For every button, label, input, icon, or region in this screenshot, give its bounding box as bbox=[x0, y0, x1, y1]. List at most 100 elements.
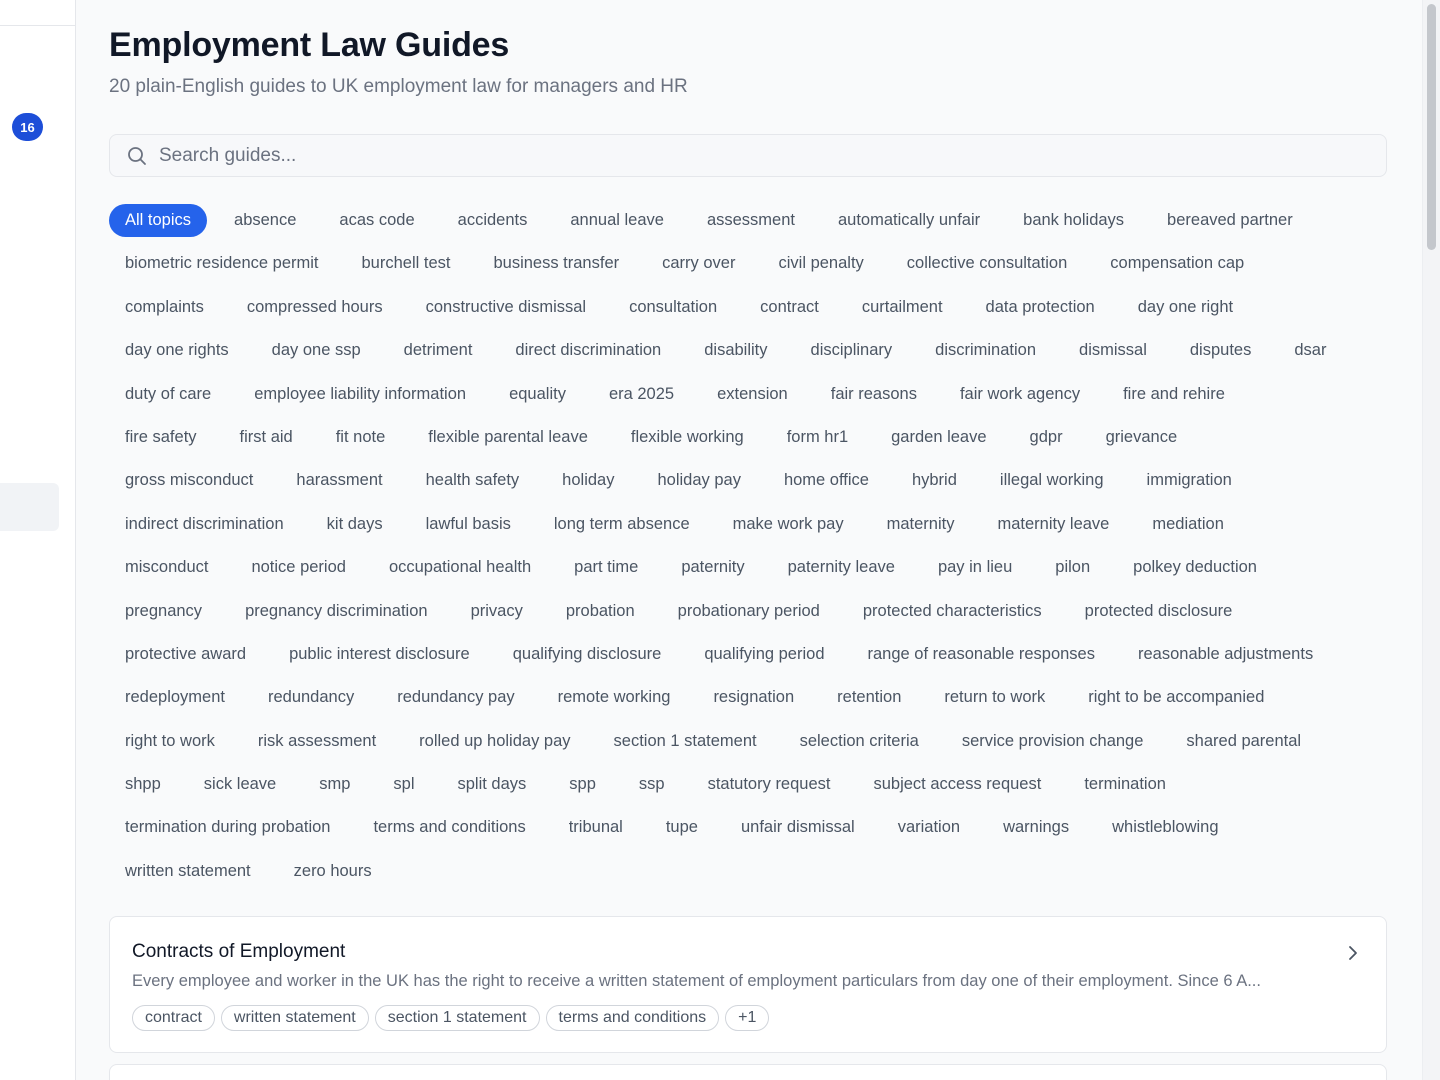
topic-filter[interactable]: make work pay bbox=[717, 508, 860, 541]
topic-filter[interactable]: hybrid bbox=[896, 464, 973, 497]
topic-filter[interactable]: kit days bbox=[311, 508, 399, 541]
topic-filter[interactable]: qualifying disclosure bbox=[497, 638, 678, 671]
topic-filter[interactable]: disability bbox=[688, 334, 783, 367]
topic-filter[interactable]: dismissal bbox=[1063, 334, 1163, 367]
topic-filter[interactable]: section 1 statement bbox=[598, 725, 773, 758]
scrollbar[interactable] bbox=[1422, 0, 1440, 1080]
topic-filter[interactable]: tupe bbox=[650, 811, 714, 844]
topic-filter[interactable]: flexible working bbox=[615, 421, 760, 454]
topic-filter[interactable]: redundancy pay bbox=[381, 681, 530, 714]
search-input[interactable] bbox=[159, 143, 1359, 169]
topic-filter[interactable]: grievance bbox=[1090, 421, 1194, 454]
topic-filter[interactable]: garden leave bbox=[875, 421, 1002, 454]
topic-filter[interactable]: remote working bbox=[542, 681, 687, 714]
topic-filter[interactable]: holiday bbox=[546, 464, 630, 497]
topic-filter[interactable]: consultation bbox=[613, 291, 733, 324]
topic-filter[interactable]: era 2025 bbox=[593, 378, 690, 411]
topic-filter[interactable]: fair reasons bbox=[815, 378, 933, 411]
topic-filter[interactable]: redeployment bbox=[109, 681, 241, 714]
topic-filter[interactable]: gdpr bbox=[1014, 421, 1079, 454]
topic-filter[interactable]: detriment bbox=[388, 334, 489, 367]
topic-filter[interactable]: unfair dismissal bbox=[725, 811, 871, 844]
topic-filter[interactable]: occupational health bbox=[373, 551, 547, 584]
topic-filter[interactable]: redundancy bbox=[252, 681, 370, 714]
topic-filter[interactable]: automatically unfair bbox=[822, 204, 996, 237]
topic-filter[interactable]: protected disclosure bbox=[1069, 595, 1249, 628]
topic-filter[interactable]: holiday pay bbox=[641, 464, 756, 497]
topic-filter[interactable]: compressed hours bbox=[231, 291, 399, 324]
topic-filter[interactable]: reasonable adjustments bbox=[1122, 638, 1329, 671]
topic-filter[interactable]: subject access request bbox=[857, 768, 1057, 801]
guide-card[interactable]: Contracts of Employment Every employee a… bbox=[109, 916, 1387, 1053]
topic-filter[interactable]: polkey deduction bbox=[1117, 551, 1273, 584]
topic-filter[interactable]: termination during probation bbox=[109, 811, 346, 844]
topic-filter[interactable]: ssp bbox=[623, 768, 681, 801]
scrollbar-thumb[interactable] bbox=[1427, 4, 1436, 250]
topic-filter[interactable]: complaints bbox=[109, 291, 220, 324]
topic-filter[interactable]: written statement bbox=[109, 855, 267, 888]
topic-filter[interactable]: mediation bbox=[1136, 508, 1240, 541]
topic-filter[interactable]: bank holidays bbox=[1007, 204, 1140, 237]
topic-filter[interactable]: pregnancy discrimination bbox=[229, 595, 444, 628]
topic-filter[interactable]: gross misconduct bbox=[109, 464, 269, 497]
topic-filter[interactable]: acas code bbox=[323, 204, 430, 237]
topic-filter[interactable]: shared parental bbox=[1170, 725, 1317, 758]
topic-filter[interactable]: risk assessment bbox=[242, 725, 392, 758]
topic-filter[interactable]: range of reasonable responses bbox=[852, 638, 1112, 671]
topic-filter[interactable]: disciplinary bbox=[795, 334, 909, 367]
topic-filter[interactable]: carry over bbox=[646, 247, 751, 280]
topic-filter[interactable]: day one rights bbox=[109, 334, 245, 367]
topic-filter[interactable]: harassment bbox=[280, 464, 398, 497]
topic-filter[interactable]: right to work bbox=[109, 725, 231, 758]
topic-filter[interactable]: curtailment bbox=[846, 291, 959, 324]
topic-filter[interactable]: assessment bbox=[691, 204, 811, 237]
topic-filter[interactable]: spl bbox=[377, 768, 430, 801]
topic-filter[interactable]: public interest disclosure bbox=[273, 638, 486, 671]
topic-filter[interactable]: probationary period bbox=[662, 595, 836, 628]
topic-filter[interactable]: data protection bbox=[970, 291, 1111, 324]
topic-filter[interactable]: fair work agency bbox=[944, 378, 1096, 411]
topic-filter[interactable]: return to work bbox=[928, 681, 1061, 714]
topic-filter[interactable]: split days bbox=[442, 768, 543, 801]
notification-badge[interactable]: 16 bbox=[12, 113, 43, 141]
topic-filter[interactable]: selection criteria bbox=[784, 725, 935, 758]
topic-filter[interactable]: fire safety bbox=[109, 421, 213, 454]
topic-filter[interactable]: absence bbox=[218, 204, 312, 237]
topic-filter[interactable]: protective award bbox=[109, 638, 262, 671]
topic-filter[interactable]: indirect discrimination bbox=[109, 508, 300, 541]
topic-filter[interactable]: spp bbox=[553, 768, 612, 801]
topic-filter[interactable]: long term absence bbox=[538, 508, 706, 541]
topic-filter-all[interactable]: All topics bbox=[109, 204, 208, 237]
topic-filter[interactable]: privacy bbox=[455, 595, 539, 628]
search-bar[interactable] bbox=[109, 134, 1387, 177]
topic-filter[interactable]: paternity bbox=[665, 551, 760, 584]
topic-filter[interactable]: notice period bbox=[235, 551, 361, 584]
topic-filter[interactable]: flexible parental leave bbox=[412, 421, 604, 454]
topic-filter[interactable]: illegal working bbox=[984, 464, 1120, 497]
topic-filter[interactable]: biometric residence permit bbox=[109, 247, 335, 280]
topic-filter[interactable]: whistleblowing bbox=[1096, 811, 1234, 844]
topic-filter[interactable]: smp bbox=[303, 768, 366, 801]
guide-tag-more[interactable]: +1 bbox=[725, 1005, 770, 1031]
topic-filter[interactable]: terms and conditions bbox=[357, 811, 541, 844]
topic-filter[interactable]: equality bbox=[493, 378, 582, 411]
topic-filter[interactable]: civil penalty bbox=[762, 247, 879, 280]
topic-filter[interactable]: sick leave bbox=[188, 768, 292, 801]
topic-filter[interactable]: service provision change bbox=[946, 725, 1160, 758]
topic-filter[interactable]: contract bbox=[744, 291, 835, 324]
topic-filter[interactable]: accidents bbox=[442, 204, 544, 237]
topic-filter[interactable]: health safety bbox=[410, 464, 536, 497]
sidebar-item-active[interactable] bbox=[0, 483, 59, 531]
topic-filter[interactable]: tribunal bbox=[553, 811, 639, 844]
topic-filter[interactable]: warnings bbox=[987, 811, 1085, 844]
topic-filter[interactable]: discrimination bbox=[919, 334, 1052, 367]
topic-filter[interactable]: constructive dismissal bbox=[410, 291, 602, 324]
topic-filter[interactable]: resignation bbox=[697, 681, 810, 714]
topic-filter[interactable]: retention bbox=[821, 681, 917, 714]
topic-filter[interactable]: annual leave bbox=[554, 204, 680, 237]
topic-filter[interactable]: business transfer bbox=[477, 247, 635, 280]
topic-filter[interactable]: termination bbox=[1068, 768, 1182, 801]
topic-filter[interactable]: pilon bbox=[1039, 551, 1106, 584]
topic-filter[interactable]: right to be accompanied bbox=[1072, 681, 1280, 714]
topic-filter[interactable]: misconduct bbox=[109, 551, 224, 584]
